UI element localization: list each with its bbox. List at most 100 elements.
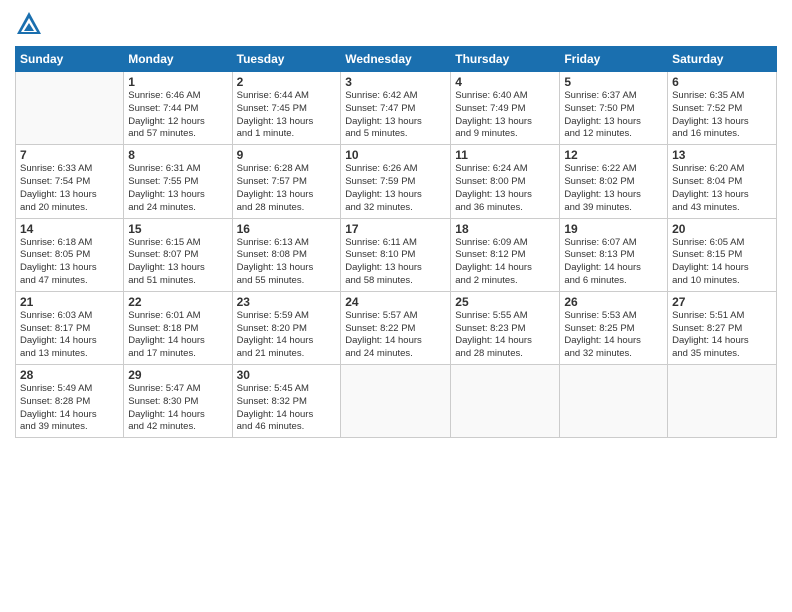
day-info: Sunrise: 6:35 AM Sunset: 7:52 PM Dayligh…: [672, 90, 772, 141]
calendar-cell: [341, 365, 451, 438]
day-number: 7: [20, 148, 119, 162]
calendar-table: SundayMondayTuesdayWednesdayThursdayFrid…: [15, 46, 777, 438]
calendar-cell: 1Sunrise: 6:46 AM Sunset: 7:44 PM Daylig…: [124, 72, 232, 145]
day-number: 16: [237, 222, 337, 236]
day-info: Sunrise: 5:57 AM Sunset: 8:22 PM Dayligh…: [345, 310, 446, 361]
calendar-cell: 7Sunrise: 6:33 AM Sunset: 7:54 PM Daylig…: [16, 145, 124, 218]
day-info: Sunrise: 6:09 AM Sunset: 8:12 PM Dayligh…: [455, 237, 555, 288]
day-number: 27: [672, 295, 772, 309]
calendar-header-saturday: Saturday: [668, 47, 777, 72]
day-info: Sunrise: 5:47 AM Sunset: 8:30 PM Dayligh…: [128, 383, 227, 434]
day-info: Sunrise: 6:33 AM Sunset: 7:54 PM Dayligh…: [20, 163, 119, 214]
day-number: 17: [345, 222, 446, 236]
day-number: 2: [237, 75, 337, 89]
day-info: Sunrise: 6:03 AM Sunset: 8:17 PM Dayligh…: [20, 310, 119, 361]
logo: [15, 10, 45, 38]
calendar-cell: 14Sunrise: 6:18 AM Sunset: 8:05 PM Dayli…: [16, 218, 124, 291]
day-number: 23: [237, 295, 337, 309]
day-info: Sunrise: 6:46 AM Sunset: 7:44 PM Dayligh…: [128, 90, 227, 141]
day-info: Sunrise: 6:24 AM Sunset: 8:00 PM Dayligh…: [455, 163, 555, 214]
day-info: Sunrise: 5:55 AM Sunset: 8:23 PM Dayligh…: [455, 310, 555, 361]
day-info: Sunrise: 6:15 AM Sunset: 8:07 PM Dayligh…: [128, 237, 227, 288]
calendar-cell: 24Sunrise: 5:57 AM Sunset: 8:22 PM Dayli…: [341, 291, 451, 364]
day-info: Sunrise: 6:13 AM Sunset: 8:08 PM Dayligh…: [237, 237, 337, 288]
day-info: Sunrise: 6:42 AM Sunset: 7:47 PM Dayligh…: [345, 90, 446, 141]
calendar-cell: 6Sunrise: 6:35 AM Sunset: 7:52 PM Daylig…: [668, 72, 777, 145]
calendar-cell: 8Sunrise: 6:31 AM Sunset: 7:55 PM Daylig…: [124, 145, 232, 218]
calendar-cell: 15Sunrise: 6:15 AM Sunset: 8:07 PM Dayli…: [124, 218, 232, 291]
calendar-cell: 30Sunrise: 5:45 AM Sunset: 8:32 PM Dayli…: [232, 365, 341, 438]
calendar-header-sunday: Sunday: [16, 47, 124, 72]
calendar-cell: 21Sunrise: 6:03 AM Sunset: 8:17 PM Dayli…: [16, 291, 124, 364]
day-number: 26: [564, 295, 663, 309]
day-info: Sunrise: 6:20 AM Sunset: 8:04 PM Dayligh…: [672, 163, 772, 214]
day-info: Sunrise: 6:05 AM Sunset: 8:15 PM Dayligh…: [672, 237, 772, 288]
calendar-cell: 13Sunrise: 6:20 AM Sunset: 8:04 PM Dayli…: [668, 145, 777, 218]
day-info: Sunrise: 5:51 AM Sunset: 8:27 PM Dayligh…: [672, 310, 772, 361]
day-number: 8: [128, 148, 227, 162]
day-info: Sunrise: 6:37 AM Sunset: 7:50 PM Dayligh…: [564, 90, 663, 141]
day-info: Sunrise: 6:01 AM Sunset: 8:18 PM Dayligh…: [128, 310, 227, 361]
day-number: 6: [672, 75, 772, 89]
calendar-cell: 12Sunrise: 6:22 AM Sunset: 8:02 PM Dayli…: [560, 145, 668, 218]
day-number: 24: [345, 295, 446, 309]
day-number: 22: [128, 295, 227, 309]
calendar-cell: 28Sunrise: 5:49 AM Sunset: 8:28 PM Dayli…: [16, 365, 124, 438]
day-info: Sunrise: 6:40 AM Sunset: 7:49 PM Dayligh…: [455, 90, 555, 141]
calendar-cell: 22Sunrise: 6:01 AM Sunset: 8:18 PM Dayli…: [124, 291, 232, 364]
calendar-cell: 16Sunrise: 6:13 AM Sunset: 8:08 PM Dayli…: [232, 218, 341, 291]
day-number: 30: [237, 368, 337, 382]
day-info: Sunrise: 6:11 AM Sunset: 8:10 PM Dayligh…: [345, 237, 446, 288]
day-info: Sunrise: 6:28 AM Sunset: 7:57 PM Dayligh…: [237, 163, 337, 214]
day-number: 20: [672, 222, 772, 236]
calendar-header-row: SundayMondayTuesdayWednesdayThursdayFrid…: [16, 47, 777, 72]
calendar-cell: 9Sunrise: 6:28 AM Sunset: 7:57 PM Daylig…: [232, 145, 341, 218]
calendar-cell: 11Sunrise: 6:24 AM Sunset: 8:00 PM Dayli…: [451, 145, 560, 218]
day-number: 9: [237, 148, 337, 162]
calendar-week-row: 21Sunrise: 6:03 AM Sunset: 8:17 PM Dayli…: [16, 291, 777, 364]
day-number: 28: [20, 368, 119, 382]
calendar-cell: [451, 365, 560, 438]
day-number: 5: [564, 75, 663, 89]
day-number: 18: [455, 222, 555, 236]
day-info: Sunrise: 6:31 AM Sunset: 7:55 PM Dayligh…: [128, 163, 227, 214]
day-number: 11: [455, 148, 555, 162]
calendar-week-row: 1Sunrise: 6:46 AM Sunset: 7:44 PM Daylig…: [16, 72, 777, 145]
header: [15, 10, 777, 38]
day-number: 25: [455, 295, 555, 309]
calendar-cell: 5Sunrise: 6:37 AM Sunset: 7:50 PM Daylig…: [560, 72, 668, 145]
calendar-week-row: 7Sunrise: 6:33 AM Sunset: 7:54 PM Daylig…: [16, 145, 777, 218]
day-number: 3: [345, 75, 446, 89]
calendar-cell: 20Sunrise: 6:05 AM Sunset: 8:15 PM Dayli…: [668, 218, 777, 291]
day-number: 19: [564, 222, 663, 236]
day-number: 1: [128, 75, 227, 89]
calendar-cell: 23Sunrise: 5:59 AM Sunset: 8:20 PM Dayli…: [232, 291, 341, 364]
calendar-week-row: 14Sunrise: 6:18 AM Sunset: 8:05 PM Dayli…: [16, 218, 777, 291]
calendar-header-tuesday: Tuesday: [232, 47, 341, 72]
day-number: 10: [345, 148, 446, 162]
day-number: 14: [20, 222, 119, 236]
day-info: Sunrise: 5:45 AM Sunset: 8:32 PM Dayligh…: [237, 383, 337, 434]
calendar-header-wednesday: Wednesday: [341, 47, 451, 72]
calendar-cell: [668, 365, 777, 438]
day-number: 29: [128, 368, 227, 382]
calendar-cell: [560, 365, 668, 438]
calendar-cell: 17Sunrise: 6:11 AM Sunset: 8:10 PM Dayli…: [341, 218, 451, 291]
calendar-cell: 18Sunrise: 6:09 AM Sunset: 8:12 PM Dayli…: [451, 218, 560, 291]
calendar-cell: 26Sunrise: 5:53 AM Sunset: 8:25 PM Dayli…: [560, 291, 668, 364]
day-number: 12: [564, 148, 663, 162]
calendar-cell: 10Sunrise: 6:26 AM Sunset: 7:59 PM Dayli…: [341, 145, 451, 218]
calendar-week-row: 28Sunrise: 5:49 AM Sunset: 8:28 PM Dayli…: [16, 365, 777, 438]
calendar-cell: 19Sunrise: 6:07 AM Sunset: 8:13 PM Dayli…: [560, 218, 668, 291]
day-number: 15: [128, 222, 227, 236]
calendar-cell: 29Sunrise: 5:47 AM Sunset: 8:30 PM Dayli…: [124, 365, 232, 438]
logo-icon: [15, 10, 43, 38]
calendar-cell: 25Sunrise: 5:55 AM Sunset: 8:23 PM Dayli…: [451, 291, 560, 364]
calendar-header-friday: Friday: [560, 47, 668, 72]
day-info: Sunrise: 5:59 AM Sunset: 8:20 PM Dayligh…: [237, 310, 337, 361]
calendar-cell: 27Sunrise: 5:51 AM Sunset: 8:27 PM Dayli…: [668, 291, 777, 364]
calendar-cell: 4Sunrise: 6:40 AM Sunset: 7:49 PM Daylig…: [451, 72, 560, 145]
day-info: Sunrise: 6:07 AM Sunset: 8:13 PM Dayligh…: [564, 237, 663, 288]
day-number: 21: [20, 295, 119, 309]
page-container: SundayMondayTuesdayWednesdayThursdayFrid…: [0, 0, 792, 612]
